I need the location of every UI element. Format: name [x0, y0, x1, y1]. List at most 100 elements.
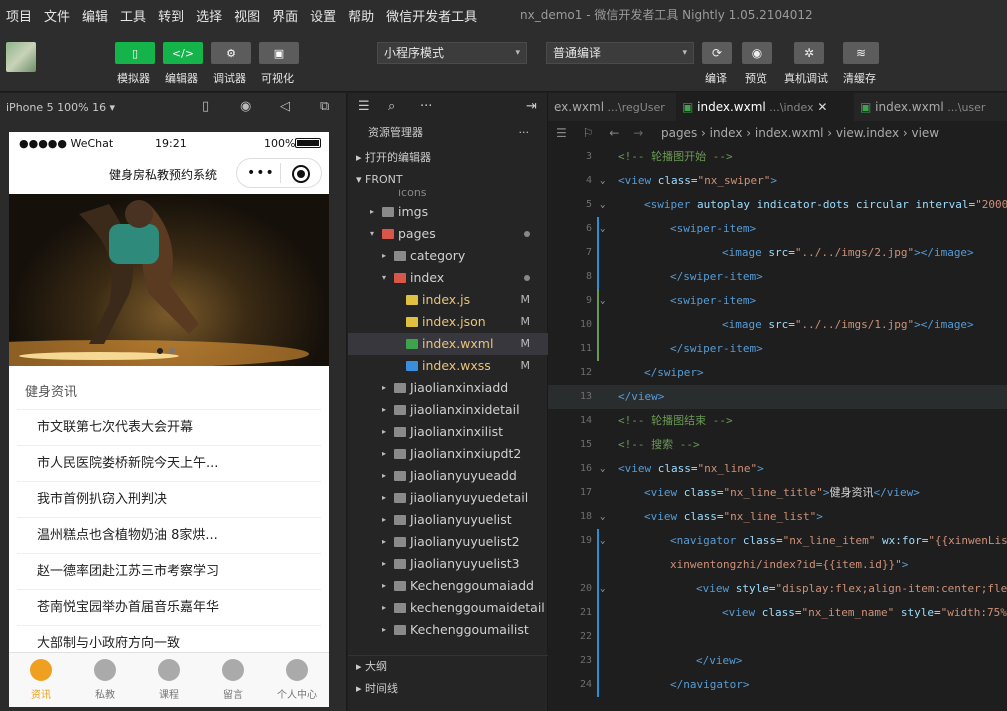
tree-item-folder-open[interactable]: ▾ pages — [348, 223, 548, 245]
chevron-right-icon[interactable]: ▸ — [382, 619, 386, 641]
tree-item-wxml[interactable]: index.wxml M — [348, 333, 548, 355]
search-icon[interactable]: ⌕ — [388, 99, 395, 114]
menu-item[interactable]: 选择 — [190, 6, 228, 25]
code-line[interactable]: 12 </swiper> — [548, 361, 1007, 385]
phone-frame-icon[interactable]: ▯ — [202, 99, 209, 114]
avatar[interactable] — [6, 42, 36, 72]
code-line[interactable]: 5 ⌄ <swiper autoplay indicator-dots circul… — [548, 193, 1007, 217]
chevron-right-icon[interactable]: ▸ — [382, 487, 386, 509]
menu-item[interactable]: 设置 — [304, 6, 342, 25]
code-line[interactable]: 16 ⌄ <view class="nx_line"> — [548, 457, 1007, 481]
chevron-down-icon[interactable]: ⌄ — [600, 505, 605, 529]
tree-item-folder[interactable]: ▸ imgs — [348, 201, 548, 223]
news-list-item[interactable]: 赵一德率团赴江苏三市考察学习 — [17, 554, 321, 590]
code-line[interactable]: 17 <view class="nx_line_title">健身资讯</view… — [548, 481, 1007, 505]
tree-item-folder[interactable]: ▸ Jiaolianxinxilist — [348, 421, 548, 443]
breadcrumb-path[interactable]: pages › index › index.wxml › view.index … — [661, 126, 939, 140]
menu-item[interactable]: 微信开发者工具 — [380, 6, 483, 25]
mode-select[interactable]: 小程序模式 ▾ — [377, 42, 527, 64]
code-line[interactable]: 14 <!-- 轮播图结束 --> — [548, 409, 1007, 433]
chevron-right-icon[interactable]: ▸ — [382, 597, 386, 619]
chevron-right-icon[interactable]: ▸ — [382, 575, 386, 597]
preview-button[interactable]: ◉ — [742, 42, 772, 64]
indicator-dot[interactable] — [169, 348, 175, 354]
list-icon[interactable]: ☰ — [556, 126, 567, 140]
editor-tab[interactable]: ▣ index.wxml ...\index ✕ — [676, 93, 854, 121]
tree-item-json[interactable]: index.json M — [348, 311, 548, 333]
news-list-item[interactable]: 市文联第七次代表大会开幕 — [17, 410, 321, 446]
banner-swiper[interactable] — [9, 194, 329, 366]
code-line[interactable]: 19 ⌄ <navigator class="nx_line_item" wx:fo… — [548, 529, 1007, 553]
chevron-right-icon[interactable]: ▸ — [382, 421, 386, 443]
chevron-down-icon[interactable]: ⌄ — [600, 193, 605, 217]
chevron-down-icon[interactable]: ⌄ — [600, 577, 605, 601]
timeline-section[interactable]: ▸ 时间线 — [348, 678, 548, 700]
simulator-toggle-button[interactable]: ▯ — [115, 42, 155, 64]
record-icon[interactable]: ◉ — [240, 99, 251, 114]
code-line[interactable]: 20 ⌄ <view style="display:flex;align-item:… — [548, 577, 1007, 601]
code-line[interactable]: 6 ⌄ <swiper-item> — [548, 217, 1007, 241]
news-list-item[interactable]: 我市首例扒窃入刑判决 — [17, 482, 321, 518]
editor-tab[interactable]: ex.wxml ...\regUser — [548, 93, 676, 121]
tab-user[interactable]: 个人中心 — [265, 653, 329, 707]
detach-window-icon[interactable]: ⧉ — [320, 99, 329, 114]
chevron-down-icon[interactable]: ⌄ — [600, 529, 605, 553]
code-line[interactable]: 11 </swiper-item> — [548, 337, 1007, 361]
outline-section[interactable]: ▸ 大纲 — [348, 655, 548, 677]
code-line[interactable]: 15 <!-- 搜索 --> — [548, 433, 1007, 457]
project-root[interactable]: ▾ FRONT — [348, 169, 547, 191]
tree-item-folder[interactable]: ▸ Jiaolianyuyuelist2 — [348, 531, 548, 553]
tree-item-folder[interactable]: ▸ jiaolianxinxidetail — [348, 399, 548, 421]
tree-item-folder[interactable]: ▸ Jiaolianxinxiadd — [348, 377, 548, 399]
compile-button[interactable]: ⟳ — [702, 42, 732, 64]
chevron-down-icon[interactable]: ▾ — [382, 267, 386, 289]
visual-toggle-button[interactable]: ▣ — [259, 42, 299, 64]
editor-tab[interactable]: ▣ index.wxml ...\user — [854, 93, 1007, 121]
tree-item-folder[interactable]: ▸ Jiaolianyuyuelist — [348, 509, 548, 531]
tree-item-folder[interactable]: ▸ kechenggoumaidetail — [348, 597, 548, 619]
bookmark-icon[interactable]: ⚐ — [583, 126, 594, 140]
open-editors-section[interactable]: ▸ 打开的编辑器 — [348, 147, 547, 169]
chevron-right-icon[interactable]: ▸ — [382, 245, 386, 267]
chevron-right-icon[interactable]: ▸ — [370, 201, 374, 223]
code-line[interactable]: 8 </swiper-item> — [548, 265, 1007, 289]
chevron-right-icon[interactable]: ▸ — [382, 399, 386, 421]
more-icon[interactable]: ••• — [247, 165, 275, 181]
close-icon[interactable] — [292, 165, 310, 183]
tab-course[interactable]: 课程 — [137, 653, 201, 707]
chevron-right-icon[interactable]: ▸ — [382, 377, 386, 399]
list-icon[interactable]: ☰ — [358, 99, 370, 114]
tree-item-folder[interactable]: ▸ Kechenggoumaiadd — [348, 575, 548, 597]
menu-item[interactable]: 视图 — [228, 6, 266, 25]
tree-item-js[interactable]: index.js M — [348, 289, 548, 311]
chevron-down-icon[interactable]: ⌄ — [600, 217, 605, 241]
chevron-right-icon[interactable]: ▸ — [382, 553, 386, 575]
tab-message[interactable]: 留言 — [201, 653, 265, 707]
compile-select[interactable]: 普通编译 ▾ — [546, 42, 694, 64]
tree-item-folder[interactable]: ▸ category — [348, 245, 548, 267]
code-line[interactable]: 9 ⌄ <swiper-item> — [548, 289, 1007, 313]
more-icon[interactable]: ··· — [420, 99, 432, 114]
code-line[interactable]: 13 </view> — [548, 385, 1007, 409]
chevron-down-icon[interactable]: ⌄ — [600, 457, 605, 481]
device-select[interactable]: iPhone 5 100% 16 ▾ — [6, 101, 115, 114]
tab-coach[interactable]: 私教 — [73, 653, 137, 707]
menu-item[interactable]: 文件 — [38, 6, 76, 25]
tree-item-folder[interactable]: ▸ jiaolianyuyuedetail — [348, 487, 548, 509]
menu-item[interactable]: 转到 — [152, 6, 190, 25]
tab-news[interactable]: 资讯 — [9, 653, 73, 707]
menu-item[interactable]: 帮助 — [342, 6, 380, 25]
news-list-item[interactable]: 苍南悦宝园举办首届音乐嘉年华 — [17, 590, 321, 626]
chevron-right-icon[interactable]: ▸ — [382, 465, 386, 487]
tree-item-folder[interactable]: ▸ Jiaolianyuyuelist3 — [348, 553, 548, 575]
code-line[interactable]: 4 ⌄ <view class="nx_swiper"> — [548, 169, 1007, 193]
volume-icon[interactable]: ◁ — [280, 99, 290, 114]
code-line[interactable]: 22 — [548, 625, 1007, 649]
menu-item[interactable]: 界面 — [266, 6, 304, 25]
code-line[interactable]: 10 <image src="../../imgs/1.jpg"></image> — [548, 313, 1007, 337]
news-list-item[interactable]: 温州糕点也含植物奶油 8家烘... — [17, 518, 321, 554]
code-line[interactable]: 21 <view class="nx_item_name" style="widt… — [548, 601, 1007, 625]
indicator-dot[interactable] — [157, 348, 163, 354]
chevron-right-icon[interactable]: ▸ — [382, 509, 386, 531]
code-line[interactable]: xinwentongzhi/index?id={{item.id}}"> — [548, 553, 1007, 577]
